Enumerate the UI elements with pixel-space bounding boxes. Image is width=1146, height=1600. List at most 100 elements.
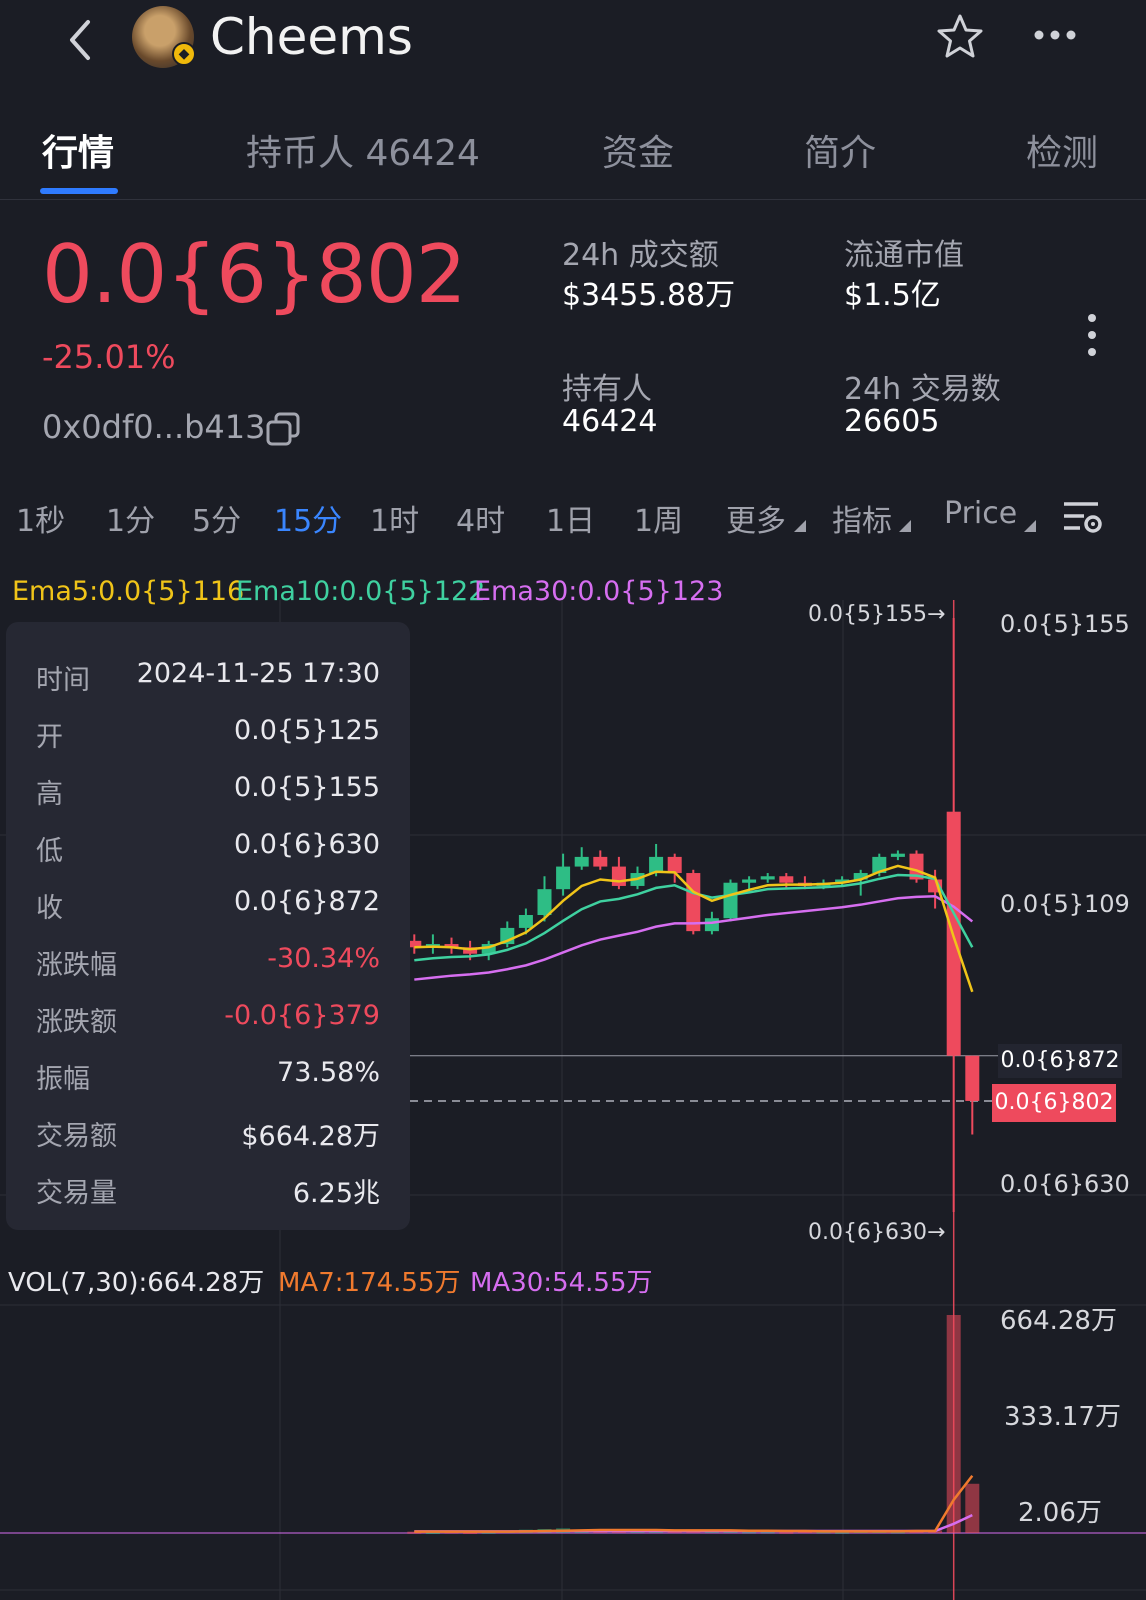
tooltip-row: 低 0.0{6}630 <box>6 819 410 875</box>
tooltip-row: 涨跌额 -0.0{6}379 <box>6 990 410 1046</box>
price-change: -25.01% <box>42 338 176 376</box>
interval-1d[interactable]: 1日 <box>546 496 595 540</box>
tooltip-row: 时间 2024-11-25 17:30 <box>6 648 410 704</box>
favorite-star-icon[interactable] <box>935 12 985 62</box>
tooltip-row: 交易量 6.25兆 <box>6 1161 410 1217</box>
token-title: Cheems <box>210 8 413 66</box>
interval-1w[interactable]: 1周 <box>634 496 683 540</box>
stat-holders-value: 46424 <box>562 404 658 439</box>
candle-body <box>704 918 719 932</box>
tab-bar: 行情 持币人 46424 资金 简介 检测 <box>0 110 1146 200</box>
tab-holders[interactable]: 持币人 46424 <box>246 124 480 176</box>
tooltip-row: 涨跌幅 -30.34% <box>6 933 410 989</box>
vol-ma7-line <box>414 1474 974 1533</box>
price-axis-label: 0.0{5}109 <box>1000 890 1130 918</box>
tooltip-row: 振幅 73.58% <box>6 1047 410 1103</box>
dropdown-corner-icon <box>899 520 911 532</box>
top-bar: ◆ Cheems <box>0 0 1146 90</box>
tooltip-label: 涨跌幅 <box>36 950 117 981</box>
candle-body <box>574 856 589 867</box>
vertical-more-icon[interactable] <box>1080 310 1104 360</box>
tab-funds[interactable]: 资金 <box>602 124 674 176</box>
candle-body <box>593 856 608 867</box>
tooltip-label: 时间 <box>36 665 90 696</box>
interval-1m[interactable]: 1分 <box>106 496 155 540</box>
tooltip-row: 收 0.0{6}872 <box>6 876 410 932</box>
token-avatar: ◆ <box>132 6 196 68</box>
interval-1s[interactable]: 1秒 <box>16 496 65 540</box>
stat-volume-label: 24h 成交额 <box>562 238 719 273</box>
tooltip-label: 低 <box>36 836 63 867</box>
tooltip-value: -0.0{6}379 <box>224 1000 380 1031</box>
price-mode-menu[interactable]: Price <box>944 496 1017 531</box>
tooltip-label: 振幅 <box>36 1064 90 1095</box>
candle-body <box>742 879 757 883</box>
candle-body <box>518 915 533 928</box>
stat-txcount-label: 24h 交易数 <box>844 372 1001 407</box>
candle-body <box>611 866 626 886</box>
indicators-menu[interactable]: 指标 <box>832 496 892 540</box>
tooltip-value: 0.0{6}630 <box>233 829 380 860</box>
interval-5m[interactable]: 5分 <box>192 496 241 540</box>
interval-15m[interactable]: 15分 <box>274 496 342 540</box>
tab-audit[interactable]: 检测 <box>1026 124 1098 176</box>
vol-ma30-legend: MA30:54.55万 <box>470 1268 653 1298</box>
active-tab-indicator <box>40 188 118 194</box>
high-marker: 0.0{5}155→ <box>808 602 946 627</box>
tooltip-label: 收 <box>36 893 63 924</box>
vol-legend: VOL(7,30):664.28万 <box>8 1268 265 1298</box>
dropdown-corner-icon <box>1024 520 1036 532</box>
back-arrow-icon[interactable] <box>60 14 100 66</box>
tooltip-row: 高 0.0{5}155 <box>6 762 410 818</box>
candle-tooltip: 时间 2024-11-25 17:30 开 0.0{5}125 高 0.0{5}155 低 0… <box>6 622 410 1230</box>
volume-bar <box>965 1483 980 1533</box>
vol-ma30-line <box>414 1513 973 1533</box>
tooltip-label: 涨跌额 <box>36 1007 117 1038</box>
interval-more[interactable]: 更多 <box>726 496 786 540</box>
volume-axis-label: 333.17万 <box>1004 1402 1121 1432</box>
tooltip-value: 0.0{5}125 <box>233 715 380 746</box>
tab-market[interactable]: 行情 <box>42 124 114 176</box>
candle-body <box>556 866 571 890</box>
candle-body <box>965 1055 980 1101</box>
dropdown-corner-icon <box>794 520 806 532</box>
candle-body <box>667 856 682 874</box>
tooltip-value: 73.58% <box>277 1057 380 1088</box>
copy-icon[interactable] <box>264 410 302 448</box>
interval-1h[interactable]: 1时 <box>370 496 419 540</box>
tooltip-row: 开 0.0{5}125 <box>6 705 410 761</box>
stat-mcap-value: $1.5亿 <box>844 278 941 313</box>
candle-body <box>723 882 738 919</box>
contract-address: 0x0df0...b413 <box>42 408 266 446</box>
crosshair-price-label: 0.0{6}872 <box>998 1044 1122 1078</box>
tooltip-label: 交易额 <box>36 1121 117 1152</box>
tooltip-label: 开 <box>36 722 63 753</box>
stat-volume-value: $3455.88万 <box>562 278 736 313</box>
stat-holders-label: 持有人 <box>562 372 652 407</box>
chart-settings-icon[interactable] <box>1060 496 1104 540</box>
stat-txcount-value: 26605 <box>844 404 940 439</box>
tooltip-label: 高 <box>36 779 63 810</box>
candle-body <box>890 853 905 857</box>
tooltip-value: $664.28万 <box>241 1121 380 1152</box>
low-marker: 0.0{6}630→ <box>808 1220 946 1245</box>
stat-mcap-label: 流通市值 <box>844 238 964 273</box>
current-price-tag: 0.0{6}802 <box>992 1084 1116 1122</box>
candle-body <box>537 889 552 915</box>
volume-axis-label: 2.06万 <box>1018 1498 1102 1528</box>
tooltip-value: 0.0{6}872 <box>233 886 380 917</box>
vol-ma7-legend: MA7:174.55万 <box>278 1268 461 1298</box>
price-axis-label: 0.0{5}155 <box>1000 610 1130 638</box>
tooltip-value: 0.0{5}155 <box>233 772 380 803</box>
volume-axis-label: 664.28万 <box>1000 1306 1117 1336</box>
candle-body <box>779 876 794 883</box>
chain-badge-icon: ◆ <box>172 42 196 66</box>
tooltip-value: 6.25兆 <box>292 1178 380 1209</box>
tooltip-row: 交易额 $664.28万 <box>6 1104 410 1160</box>
tooltip-label: 交易量 <box>36 1178 117 1209</box>
more-options-icon[interactable] <box>1030 20 1080 50</box>
tab-intro[interactable]: 简介 <box>804 124 876 176</box>
interval-4h[interactable]: 4时 <box>456 496 505 540</box>
candle-body <box>760 876 775 880</box>
tooltip-value: 2024-11-25 17:30 <box>136 658 380 689</box>
